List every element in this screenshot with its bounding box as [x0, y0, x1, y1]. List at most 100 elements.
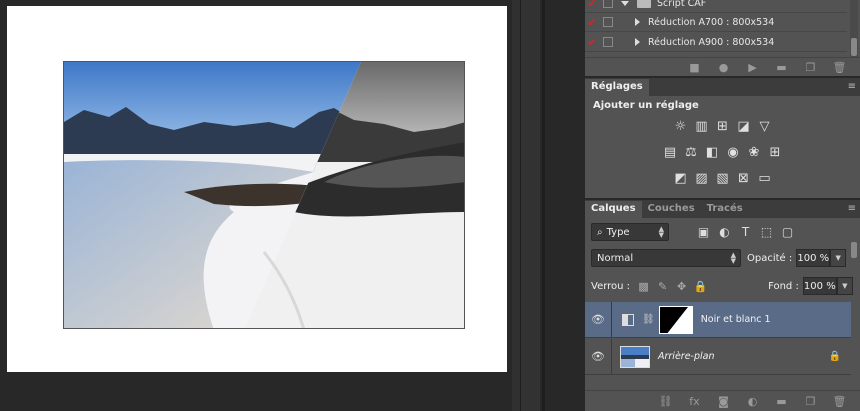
action-row[interactable]: ✔ Réduction A900 : 800x534 [585, 33, 847, 52]
actions-panel: ✔ Script CAF ✔ Réduction A700 : 800x534 … [585, 0, 860, 76]
panel-menu-icon[interactable]: ≡ [848, 203, 856, 214]
scrollbar-thumb[interactable] [851, 38, 857, 56]
expand-triangle-icon[interactable] [635, 38, 640, 46]
levels-icon[interactable]: ▥ [693, 118, 710, 135]
image-filter-icon[interactable]: ▣ [693, 225, 714, 239]
dialog-toggle[interactable] [603, 17, 613, 27]
photo-layer-preview [63, 61, 465, 329]
selective-color-icon[interactable]: ⊠ [735, 170, 752, 187]
type-filter-icon[interactable]: T [735, 225, 756, 239]
actions-scrollbar[interactable] [850, 0, 858, 58]
search-icon: ⌕ [597, 226, 603, 238]
lock-label: Verrou : [591, 280, 631, 292]
color-balance-icon[interactable]: ⚖ [683, 144, 700, 161]
dialog-toggle[interactable] [603, 37, 613, 47]
vibrance-icon[interactable]: ▤ [662, 144, 679, 161]
layers-tabbar: Calques Couches Tracés ≡ [585, 200, 860, 218]
layer-thumbnail [620, 345, 650, 368]
adjustment-layer-icon [622, 313, 634, 326]
photo-filter-icon[interactable]: ◉ [725, 144, 742, 161]
layers-footer: ⛓ fx ◙ ◐ ▬ ❐ 🗑 [585, 390, 860, 411]
exposure-icon[interactable]: ◪ [735, 118, 752, 135]
adjustment-filter-icon[interactable]: ◐ [714, 225, 735, 239]
blend-mode-select[interactable]: Normal ▲ ▼ [591, 249, 741, 267]
expand-triangle-icon[interactable] [635, 18, 640, 26]
canvas-area[interactable] [0, 0, 520, 411]
layers-filter-toolbar: ⌕ Type ▲ ▼ ▣ ◐ T ⬚ ▢ [585, 220, 860, 258]
action-set-row[interactable]: ✔ Script CAF [585, 0, 847, 13]
color-lookup-icon[interactable]: ⊞ [767, 144, 784, 161]
link-chain-icon[interactable]: ⛓ [642, 314, 655, 325]
gradient-triangle-icon[interactable]: ▽ [756, 118, 773, 135]
smart-object-filter-icon[interactable]: ▢ [777, 225, 798, 239]
layers-panel: Calques Couches Tracés ≡ ⌕ Type ▲ ▼ ▣ ◐ T… [585, 200, 860, 411]
filter-kind-value: Type [606, 226, 630, 238]
tab-channels[interactable]: Couches [642, 201, 701, 218]
shape-filter-icon[interactable]: ⬚ [756, 225, 777, 239]
layer-row[interactable]: 👁 Arrière-plan 🔒 [585, 339, 851, 375]
visibility-eye-icon[interactable]: 👁 [585, 350, 611, 363]
opacity-label: Opacité : [747, 252, 793, 264]
invert-icon[interactable]: ◩ [672, 170, 689, 187]
opacity-dropdown-icon[interactable]: ▼ [830, 249, 847, 267]
brightness-contrast-icon[interactable]: ☼ [672, 118, 689, 135]
toggle-check-icon[interactable]: ✔ [585, 36, 599, 49]
lock-all-icon[interactable]: 🔒 [691, 280, 710, 293]
toggle-check-icon[interactable]: ✔ [585, 16, 599, 29]
action-label: Réduction A900 : 800x534 [648, 36, 775, 48]
layer-name[interactable]: Noir et blanc 1 [701, 314, 771, 325]
add-mask-icon[interactable]: ◙ [709, 395, 738, 408]
delete-icon[interactable]: 🗑 [825, 61, 854, 74]
select-arrows-icon: ▲ ▼ [658, 225, 664, 239]
layer-row[interactable]: 👁 ⛓ Noir et blanc 1 [585, 302, 851, 338]
new-layer-icon[interactable]: ❐ [796, 395, 825, 408]
expand-triangle-icon[interactable] [621, 0, 629, 6]
layer-name[interactable]: Arrière-plan [658, 351, 715, 362]
delete-layer-icon[interactable]: 🗑 [825, 395, 854, 408]
folder-icon[interactable]: ▬ [767, 61, 796, 74]
blend-mode-value: Normal [597, 252, 634, 264]
lock-transparency-icon[interactable]: ▩ [634, 280, 653, 293]
layer-mask-thumbnail[interactable] [658, 305, 693, 334]
lock-icon: 🔒 [828, 351, 841, 362]
opacity-input[interactable]: 100 % [796, 249, 831, 267]
layer-style-fx-icon[interactable]: fx [680, 395, 709, 408]
black-white-icon[interactable]: ◧ [704, 144, 721, 161]
visibility-eye-icon[interactable]: 👁 [585, 313, 611, 326]
new-adjustment-icon[interactable]: ◐ [738, 395, 767, 408]
fill-label: Fond : [768, 280, 799, 292]
lock-pixels-icon[interactable]: ✎ [653, 280, 672, 293]
threshold-icon[interactable]: ▧ [714, 170, 731, 187]
select-arrows-icon: ▲ ▼ [730, 251, 736, 265]
curves-icon[interactable]: ⊞ [714, 118, 731, 135]
fill-dropdown-icon[interactable]: ▼ [836, 277, 853, 295]
panel-column: ✔ Script CAF ✔ Réduction A700 : 800x534 … [545, 0, 860, 411]
panel-menu-icon[interactable]: ≡ [848, 81, 856, 92]
adjustments-panel: Réglages ≡ Ajouter un réglage ☼ ▥ ⊞ ◪ ▽ … [585, 78, 860, 198]
folder-icon [637, 0, 651, 8]
gradient-map-icon[interactable]: ▭ [756, 170, 773, 187]
tab-adjustments[interactable]: Réglages [585, 79, 649, 96]
dialog-toggle[interactable] [603, 0, 613, 8]
tab-paths[interactable]: Tracés [701, 201, 749, 218]
tab-layers[interactable]: Calques [585, 201, 642, 218]
lock-position-icon[interactable]: ✥ [672, 280, 691, 293]
action-label: Script CAF [657, 0, 707, 9]
canvas-vertical-scrollbar[interactable] [512, 0, 520, 411]
actions-footer: ■ ● ▶ ▬ ❐ 🗑 [585, 57, 860, 76]
toggle-check-icon[interactable]: ✔ [585, 0, 599, 10]
record-icon[interactable]: ● [709, 61, 738, 74]
new-action-icon[interactable]: ❐ [796, 61, 825, 74]
action-row[interactable]: ✔ Réduction A700 : 800x534 [585, 13, 847, 32]
posterize-icon[interactable]: ▨ [693, 170, 710, 187]
action-label: Réduction A700 : 800x534 [648, 16, 775, 28]
new-group-icon[interactable]: ▬ [767, 395, 796, 408]
document-canvas[interactable] [7, 6, 507, 372]
filter-kind-select[interactable]: ⌕ Type ▲ ▼ [591, 223, 669, 241]
link-layers-icon[interactable]: ⛓ [651, 395, 680, 408]
fill-input[interactable]: 100 % [802, 277, 837, 295]
play-icon[interactable]: ▶ [738, 61, 767, 74]
adjustments-title: Ajouter un réglage [593, 100, 699, 111]
stop-icon[interactable]: ■ [680, 61, 709, 74]
channel-mixer-icon[interactable]: ❀ [746, 144, 763, 161]
